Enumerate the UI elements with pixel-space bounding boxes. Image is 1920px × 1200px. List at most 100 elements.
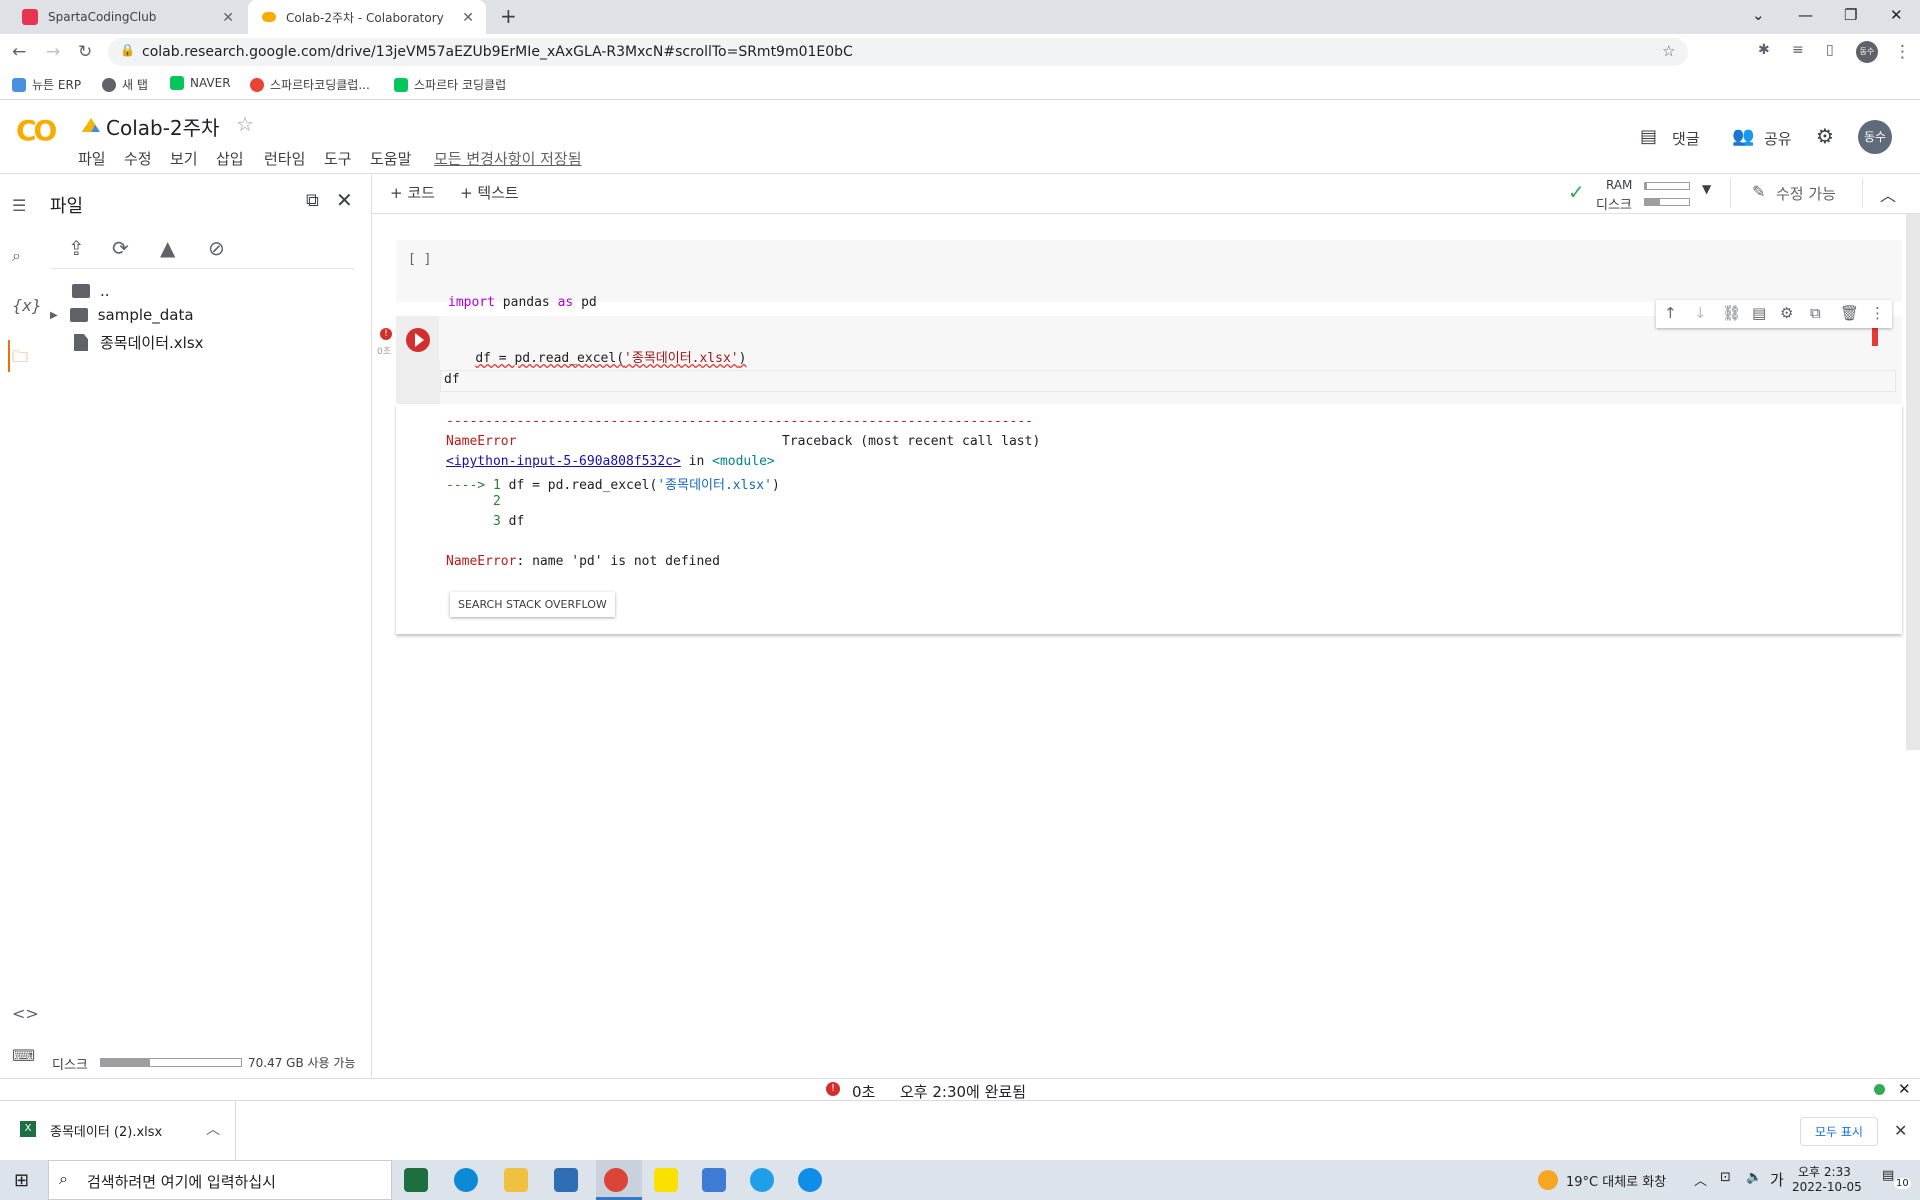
edit-mode-button[interactable]: 수정 가능	[1776, 183, 1836, 204]
ime-indicator[interactable]: 가	[1770, 1169, 1784, 1190]
status-close-icon[interactable]: ✕	[1898, 1080, 1911, 1098]
remote-desktop-icon[interactable]	[554, 1168, 578, 1192]
network-icon[interactable]: ⊡	[1720, 1170, 1731, 1185]
bookmark-star-icon[interactable]: ☆	[1662, 42, 1675, 60]
minimize-icon[interactable]: —	[1798, 6, 1813, 24]
bookmark-item[interactable]: 스파르타코딩클럽...	[250, 76, 370, 93]
kakaotalk-icon[interactable]	[654, 1168, 678, 1192]
settings-icon[interactable]: ⚙	[1780, 304, 1793, 322]
more-vert-icon[interactable]: ⋮	[1870, 304, 1885, 322]
chrome-icon[interactable]	[604, 1168, 628, 1192]
user-avatar[interactable]: 동수	[1858, 120, 1892, 154]
files-folder-icon[interactable]: 🗀	[12, 346, 28, 373]
forward-icon[interactable]: →	[46, 42, 60, 62]
link-icon[interactable]: ⛓	[1722, 304, 1741, 322]
taskbar-clock-time[interactable]: 오후 2:33	[1798, 1163, 1851, 1180]
chrome-menu-icon[interactable]: ⋮	[1894, 42, 1911, 62]
code-cell-imports[interactable]: [ ] import pandas as pd import numpy as …	[396, 240, 1902, 373]
star-icon[interactable]: ☆	[236, 112, 254, 136]
extensions-icon[interactable]: ✱	[1758, 42, 1770, 58]
open-in-tab-icon[interactable]: ⧉	[306, 190, 319, 211]
move-up-icon[interactable]: ↑	[1664, 304, 1677, 322]
comment-button[interactable]: 댓글	[1672, 128, 1700, 149]
expand-arrow-icon[interactable]: ▶	[50, 310, 58, 321]
menu-edit[interactable]: 수정	[124, 148, 152, 169]
back-icon[interactable]: ←	[12, 42, 26, 62]
close-download-shelf-icon[interactable]: ✕	[1894, 1121, 1907, 1140]
weather-text[interactable]: 19°C 대체로 화창	[1566, 1171, 1666, 1190]
run-cell-button[interactable]	[406, 328, 430, 352]
menu-file[interactable]: 파일	[78, 148, 106, 169]
teamviewer-icon[interactable]	[798, 1168, 822, 1192]
tab-colab[interactable]: Colab-2주차 - Colaboratory ✕	[248, 0, 486, 34]
taskbar-search-box[interactable]: ⌕ 검색하려면 여기에 입력하십시	[48, 1160, 392, 1200]
collapse-chevron-icon[interactable]: ︿	[1880, 182, 1896, 206]
taskbar-clock-date[interactable]: 2022-10-05	[1792, 1180, 1862, 1194]
mirror-cell-icon[interactable]: ⧉	[1810, 304, 1821, 322]
tray-chevron-icon[interactable]: ︿	[1694, 1170, 1707, 1189]
notebook-title[interactable]: Colab-2주차	[106, 112, 219, 141]
variables-icon[interactable]: {x}	[12, 296, 42, 315]
notification-center-icon[interactable]: ▤	[1882, 1168, 1894, 1183]
bookmark-item[interactable]: 뉴튼 ERP	[12, 76, 81, 93]
download-options-chevron-icon[interactable]: ︿	[206, 1119, 220, 1139]
menu-runtime[interactable]: 런타임	[264, 148, 305, 169]
address-bar[interactable]: 🔒 colab.research.google.com/drive/13jeVM…	[108, 38, 1688, 66]
hide-files-icon[interactable]: ⊘	[208, 236, 225, 260]
menu-view[interactable]: 보기	[170, 148, 198, 169]
media-icon[interactable]: ≡	[1792, 42, 1804, 58]
app-icon[interactable]	[702, 1168, 726, 1192]
side-panel-icon[interactable]: ▯	[1826, 42, 1834, 58]
download-item[interactable]: X 종목데이터 (2).xlsx ︿	[0, 1101, 236, 1161]
bookmark-item[interactable]: 새 탭	[102, 76, 148, 93]
file-tree-xlsx[interactable]: 종목데이터.xlsx	[74, 332, 204, 353]
search-stack-overflow-button[interactable]: SEARCH STACK OVERFLOW	[450, 592, 615, 617]
edge-icon[interactable]	[454, 1168, 478, 1192]
reload-icon[interactable]: ↻	[78, 42, 92, 62]
cell-output: ----------------------------------------…	[396, 404, 1902, 634]
refresh-folder-icon[interactable]: ⟳	[112, 236, 129, 260]
show-all-button[interactable]: 모두 표시	[1800, 1117, 1878, 1146]
colab-logo[interactable]: CO	[16, 114, 57, 147]
tab-spartacodingclub[interactable]: SpartaCodingClub ✕	[8, 0, 246, 34]
file-tree-parent[interactable]: ..	[72, 282, 110, 300]
menu-insert[interactable]: 삽입	[216, 148, 244, 169]
file-tree-sample-data[interactable]: ▶ sample_data	[50, 306, 194, 324]
code-cell-read-excel[interactable]: df = pd.read_excel('종목데이터.xlsx') df	[396, 316, 1902, 404]
table-of-contents-icon[interactable]: ☰	[12, 196, 26, 215]
add-text-button[interactable]: + 텍스트	[460, 182, 519, 203]
comment-icon[interactable]: ▤	[1752, 304, 1766, 322]
code-snippets-icon[interactable]: <>	[12, 1004, 39, 1023]
file-explorer-icon[interactable]	[504, 1168, 528, 1192]
menu-tools[interactable]: 도구	[324, 148, 352, 169]
internet-explorer-icon[interactable]	[750, 1168, 774, 1192]
close-tab-icon[interactable]: ✕	[222, 10, 234, 26]
folder-icon	[69, 308, 88, 322]
settings-gear-icon[interactable]: ⚙	[1816, 124, 1834, 148]
move-down-icon[interactable]: ↓	[1694, 304, 1707, 322]
save-status-link[interactable]: 모든 변경사항이 저장됨	[434, 148, 582, 169]
windows-start-icon[interactable]: ⊞	[14, 1170, 29, 1191]
new-tab-icon[interactable]: +	[500, 4, 517, 28]
mount-drive-icon[interactable]: ▲	[160, 236, 175, 260]
upload-file-icon[interactable]: ⇪	[68, 236, 85, 260]
window-close-icon[interactable]: ✕	[1890, 6, 1903, 24]
bookmark-item[interactable]: NAVER	[170, 76, 231, 90]
delete-icon[interactable]: 🗑	[1840, 304, 1859, 322]
tab-search-icon[interactable]: ⌄	[1752, 6, 1765, 24]
notebook-scrollbar[interactable]	[1906, 214, 1920, 750]
close-tab-icon[interactable]: ✕	[462, 10, 474, 26]
restore-icon[interactable]: ❐	[1844, 6, 1857, 24]
runtime-dropdown-icon[interactable]: ▼	[1702, 182, 1711, 196]
bookmark-item[interactable]: 스파르타 코딩클럽	[394, 76, 506, 93]
menu-help[interactable]: 도움말	[370, 148, 411, 169]
command-palette-icon[interactable]: ⌨	[12, 1046, 35, 1065]
ipython-input-link[interactable]: <ipython-input-5-690a808f532c>	[446, 454, 681, 469]
close-panel-icon[interactable]: ✕	[336, 188, 353, 212]
volume-icon[interactable]: 🔈	[1746, 1170, 1762, 1185]
share-button[interactable]: 공유	[1764, 128, 1792, 149]
add-code-button[interactable]: + 코드	[390, 182, 435, 203]
search-icon[interactable]: ⌕	[12, 246, 21, 266]
excel-icon[interactable]	[404, 1168, 428, 1192]
profile-avatar[interactable]: 동수	[1856, 41, 1878, 63]
